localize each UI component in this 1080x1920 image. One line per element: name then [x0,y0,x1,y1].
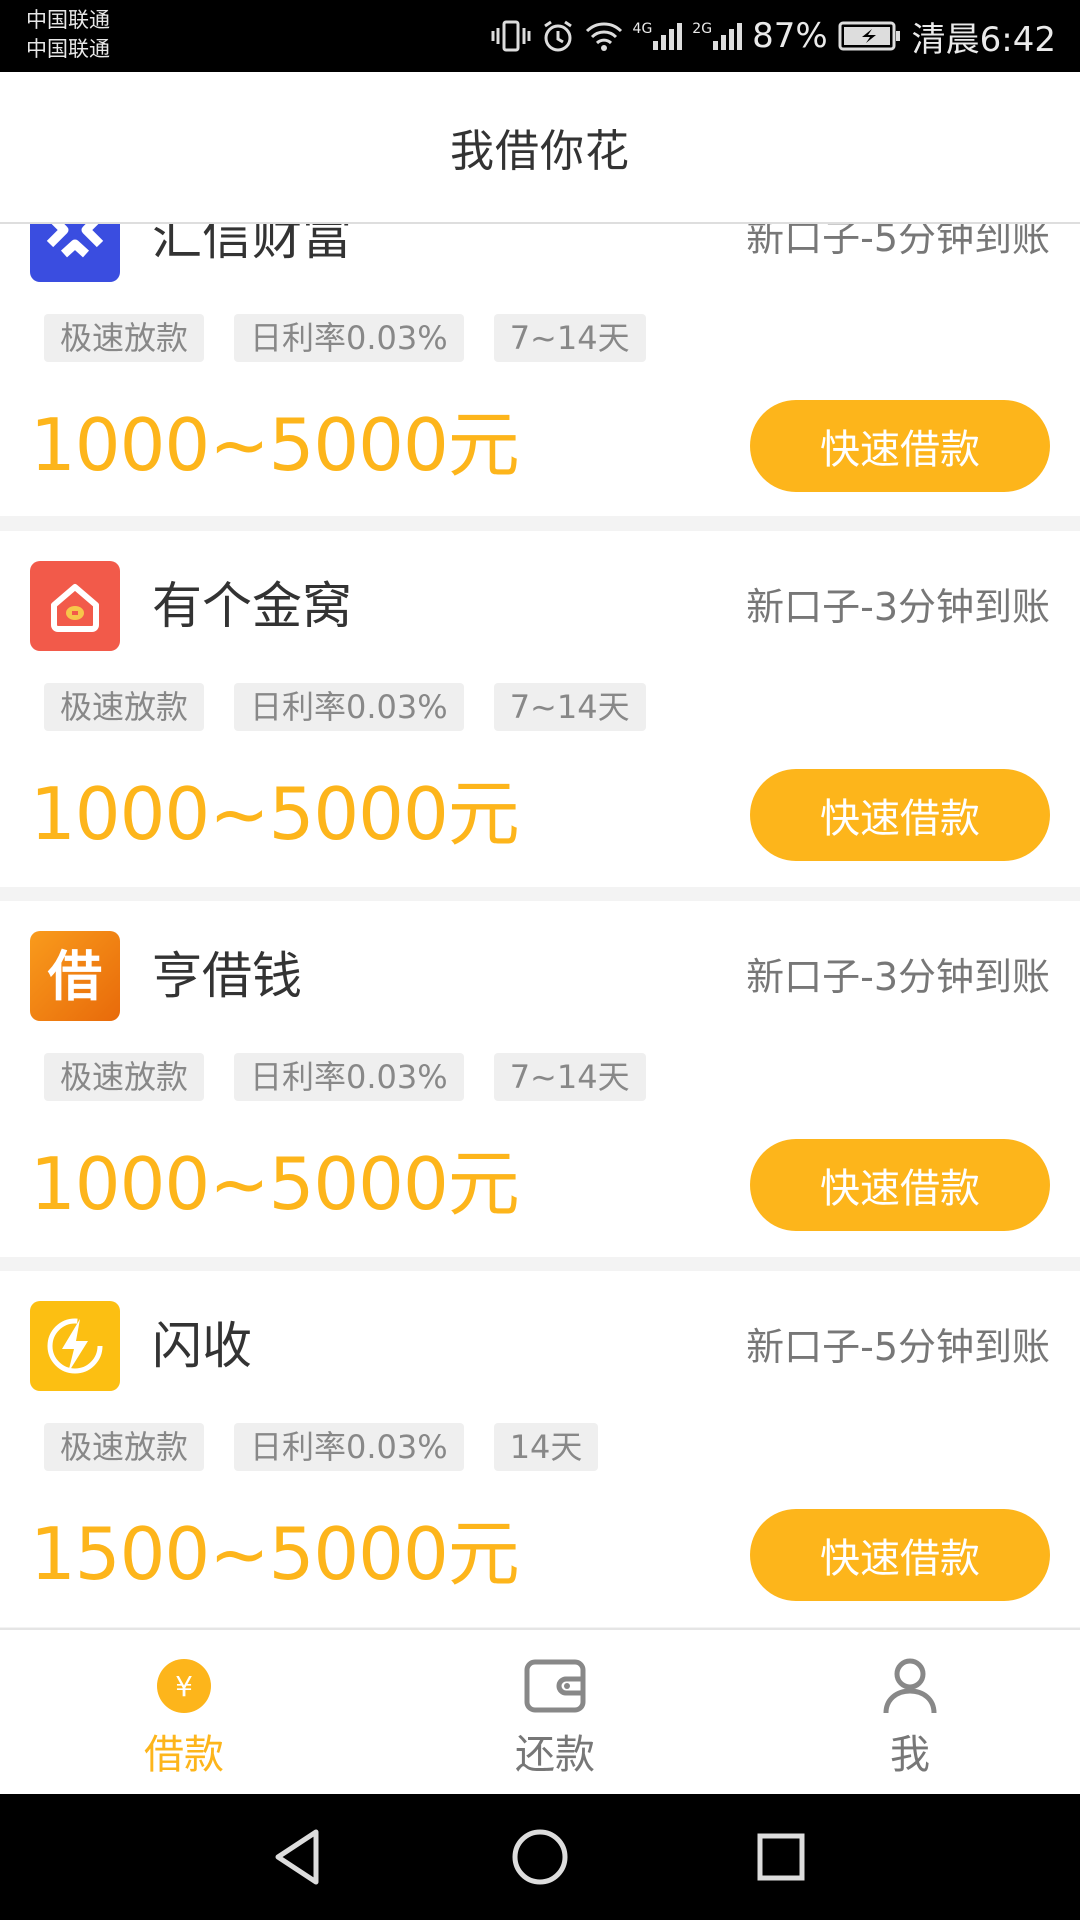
net-4g-label: 4G [632,21,653,37]
carrier-2: 中国联通 [26,37,110,61]
tag-rate: 日利率0.03% [234,1423,464,1471]
product-name: 有个金窝 [152,577,352,635]
nav-label-repay: 还款 [515,1732,595,1778]
tag-term: 7~14天 [493,314,646,362]
nav-label-borrow: 借款 [144,1732,224,1778]
product-note: 新口子-5分钟到账 [746,1325,1050,1369]
product-name: 亨借钱 [152,947,302,1005]
recents-icon[interactable] [748,1824,814,1890]
tag-term: 7~14天 [493,1053,646,1101]
logo-character: 借 [47,945,102,1008]
vibrate-icon [491,19,531,53]
loan-amount: 1000~5000元 [30,772,520,856]
loan-card-huixin[interactable]: 汇信财富 新口子-5分钟到账 极速放款 日利率0.03% 7~14天 1000~… [0,224,1080,516]
house-logo-icon [30,561,120,651]
tag-speed: 极速放款 [44,1053,205,1101]
home-icon[interactable] [507,1824,573,1890]
nav-tab-borrow[interactable]: ¥ 借款 [34,1630,334,1796]
loan-card-hengjieqian[interactable]: 借 亨借钱 新口子-3分钟到账 极速放款 日利率0.03% 7~14天 1000… [0,901,1080,1257]
product-note: 新口子-3分钟到账 [746,585,1050,629]
back-icon[interactable] [266,1824,332,1890]
nav-tab-repay[interactable]: 还款 [405,1630,705,1796]
tag-rate: 日利率0.03% [234,314,464,362]
jie-character-logo-icon: 借 [30,931,120,1021]
loan-amount: 1500~5000元 [30,1512,520,1596]
product-note: 新口子-3分钟到账 [746,955,1050,999]
system-nav-bar [0,1794,1080,1920]
tag-list: 极速放款 日利率0.03% 7~14天 [44,683,646,731]
tag-rate: 日利率0.03% [234,683,464,731]
clock-time: 清晨6:42 [911,19,1056,60]
person-icon [883,1656,937,1716]
tag-speed: 极速放款 [44,1423,205,1471]
quick-loan-button[interactable]: 快速借款 [750,400,1050,492]
net-2g-label: 2G [692,21,713,37]
coin-symbol: ¥ [175,1670,193,1703]
quick-loan-button[interactable]: 快速借款 [750,769,1050,861]
page-title: 我借你花 [450,126,630,177]
lightning-logo-icon [30,1301,120,1391]
tag-list: 极速放款 日利率0.03% 7~14天 [44,314,646,362]
signal-4g-icon: 4G [633,21,683,51]
carrier-info: 中国联通 中国联通 [26,6,110,64]
loan-card-shanshou[interactable]: 闪收 新口子-5分钟到账 极速放款 日利率0.03% 14天 1500~5000… [0,1271,1080,1627]
battery-icon [838,21,902,51]
wifi-icon [585,20,623,52]
quick-loan-button[interactable]: 快速借款 [750,1139,1050,1231]
tag-speed: 极速放款 [44,683,205,731]
status-bar: 中国联通 中国联通 4G 2G 87% 清晨6:42 [0,0,1080,72]
nav-tab-me[interactable]: 我 [760,1630,1060,1796]
tag-rate: 日利率0.03% [234,1053,464,1101]
tag-term: 7~14天 [493,683,646,731]
app-header: 我借你花 [0,72,1080,224]
bottom-nav: ¥ 借款 还款 我 [0,1628,1080,1796]
battery-percent: 87% [752,16,828,56]
tag-speed: 极速放款 [44,314,205,362]
product-name: 闪收 [152,1317,252,1375]
product-note: 新口子-5分钟到账 [746,224,1050,260]
carrier-1: 中国联通 [26,8,110,32]
tag-list: 极速放款 日利率0.03% 14天 [44,1423,599,1471]
wallet-icon [524,1656,586,1716]
loan-product-list[interactable]: 汇信财富 新口子-5分钟到账 极速放款 日利率0.03% 7~14天 1000~… [0,224,1080,1628]
product-name: 汇信财富 [152,224,352,266]
loan-amount: 1000~5000元 [30,1142,520,1226]
tag-term: 14天 [493,1423,599,1471]
huixin-logo-icon [30,224,120,282]
tag-list: 极速放款 日利率0.03% 7~14天 [44,1053,646,1101]
alarm-icon [541,19,575,53]
status-icons: 4G 2G 87% 清晨6:42 [491,0,1056,72]
quick-loan-button[interactable]: 快速借款 [750,1509,1050,1601]
nav-label-me: 我 [890,1732,930,1778]
loan-card-jinwo[interactable]: 有个金窝 新口子-3分钟到账 极速放款 日利率0.03% 7~14天 1000~… [0,531,1080,887]
loan-amount: 1000~5000元 [30,403,520,487]
signal-2g-icon: 2G [692,21,743,51]
yuan-coin-icon: ¥ [156,1656,212,1716]
